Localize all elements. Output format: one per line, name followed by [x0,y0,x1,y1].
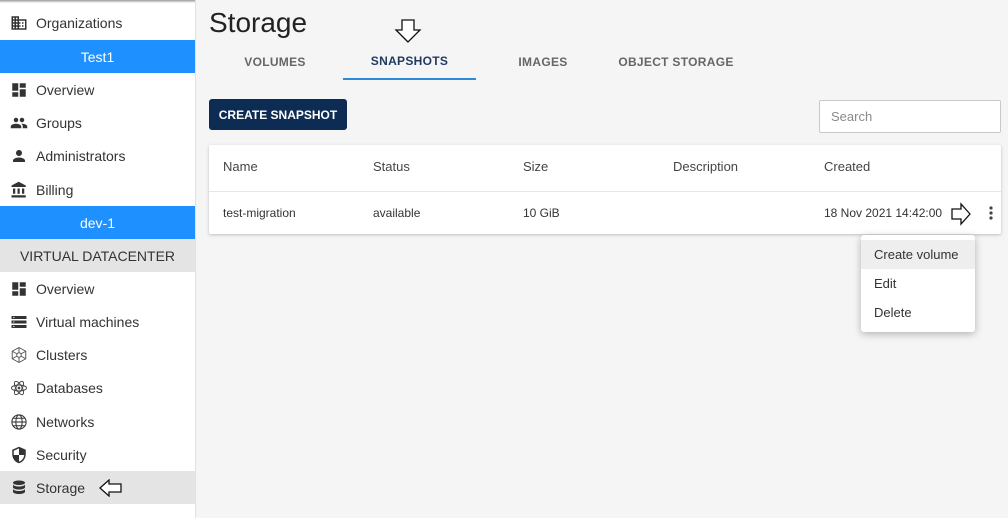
person-icon [9,146,29,166]
sidebar-item-organizations[interactable]: Organizations [0,6,195,39]
dashboard-icon [9,80,29,100]
sidebar-item-administrators[interactable]: Administrators [0,139,195,172]
sidebar-item-label: Security [36,446,87,463]
sidebar-item-label: Groups [36,114,82,131]
cell-name: test-migration [223,206,296,220]
cell-size: 10 GiB [523,206,560,220]
groups-icon [9,113,29,133]
sidebar-item-label: Networks [36,413,95,430]
menu-item-delete[interactable]: Delete [861,298,975,327]
server-list-icon [9,312,29,332]
menu-item-create-volume[interactable]: Create volume [861,240,975,269]
globe-icon [9,412,29,432]
sidebar-item-virtual-machines[interactable]: Virtual machines [0,305,195,338]
menu-item-edit[interactable]: Edit [861,269,975,298]
sidebar-item-label: Overview [36,280,95,297]
sidebar-item-databases[interactable]: Databases [0,371,195,404]
sidebar-item-org-overview[interactable]: Overview [0,73,195,106]
building-icon [9,13,29,33]
cell-created: 18 Nov 2021 14:42:00 [824,206,943,220]
bank-icon [9,180,29,200]
tab-object-storage[interactable]: OBJECT STORAGE [614,44,738,80]
sidebar-item-groups[interactable]: Groups [0,106,195,139]
tab-snapshots[interactable]: SNAPSHOTS [343,44,476,80]
column-header-name[interactable]: Name [223,159,258,174]
sidebar-item-label: Overview [36,81,95,98]
pointer-arrow-left-icon [99,478,123,500]
more-vertical-icon[interactable] [985,203,997,223]
sidebar-item-security[interactable]: Security [0,438,195,471]
tab-images[interactable]: IMAGES [496,44,590,80]
pointer-arrow-right-icon [951,202,971,231]
sidebar-item-label: Administrators [36,147,126,164]
sidebar-item-storage[interactable]: Storage [0,471,195,504]
sidebar-item-vdc-overview[interactable]: Overview [0,272,195,305]
sidebar-item-billing[interactable]: Billing [0,173,195,206]
sidebar-top-shadow [0,0,195,3]
organization-band[interactable]: Test1 [0,40,195,73]
header-divider [209,191,1001,192]
sidebar-item-label: Virtual machines [36,313,140,330]
snapshots-table: Name Status Size Description Created tes… [209,145,1001,234]
row-context-menu: Create volume Edit Delete [861,235,975,332]
column-header-created[interactable]: Created [824,159,870,174]
column-header-description[interactable]: Description [673,159,738,174]
dashboard-icon [9,279,29,299]
atom-icon [9,378,29,398]
cluster-icon [9,345,29,365]
column-header-status[interactable]: Status [373,159,410,174]
tab-volumes[interactable]: VOLUMES [229,44,321,80]
main-content: Storage VOLUMES SNAPSHOTS IMAGES OBJECT … [196,0,1008,518]
column-header-size[interactable]: Size [523,159,548,174]
cell-status: available [373,206,421,220]
section-header-virtual-datacenter: VIRTUAL DATACENTER [0,239,195,272]
sidebar-item-networks[interactable]: Networks [0,405,195,438]
search-input[interactable] [819,100,1001,133]
create-snapshot-button[interactable]: CREATE SNAPSHOT [209,99,347,130]
sidebar-item-clusters[interactable]: Clusters [0,338,195,371]
database-icon [9,478,29,498]
sidebar-item-label: Databases [36,379,103,396]
sidebar: Organizations Test1 Overview Groups Admi… [0,0,196,518]
shield-icon [9,445,29,465]
sidebar-item-label: Organizations [36,14,123,31]
sidebar-item-label: Storage [36,479,86,496]
sidebar-item-label: Billing [36,181,74,198]
page-title: Storage [209,7,308,38]
environment-band[interactable]: dev-1 [0,206,195,239]
sidebar-item-label: Clusters [36,346,88,363]
